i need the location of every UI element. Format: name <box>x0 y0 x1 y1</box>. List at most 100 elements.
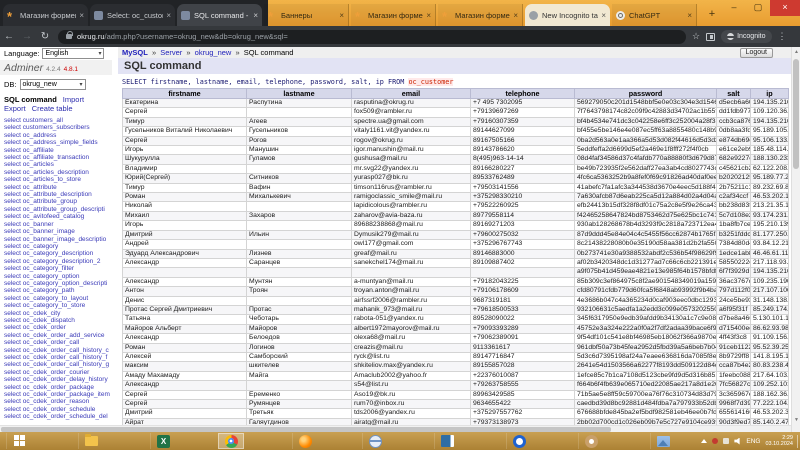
taskbar-item-explorer[interactable] <box>78 433 104 449</box>
adminer-new-version-link[interactable]: 4.8.1 <box>64 66 78 73</box>
nav-export[interactable]: Export <box>4 104 26 113</box>
adminer-logo[interactable]: Adminer <box>4 62 43 74</box>
sidebar-table-link[interactable]: select oc_attribute_group_descripti <box>4 206 118 213</box>
address-bar[interactable]: okrug.ru /adm.php?username=okrug_new&db=… <box>58 30 686 44</box>
sql-table-name[interactable]: oc_customer <box>408 78 453 86</box>
browser-tab[interactable]: Select: oc_customer - Adminer× <box>90 4 175 26</box>
sidebar-table-link[interactable]: select oc_articles_description <box>4 169 118 176</box>
window-minimize-button[interactable]: – <box>722 0 746 16</box>
sidebar-table-link[interactable]: select oc_cdek_order <box>4 324 118 331</box>
sidebar-table-link[interactable]: select oc_cdek_order_package_item <box>4 391 118 398</box>
sidebar-table-link[interactable]: select oc_cdek_order_delay_history <box>4 376 118 383</box>
sidebar-table-link[interactable]: select customers_all <box>4 117 118 124</box>
sidebar-table-link[interactable]: select oc_category_description_2 <box>4 258 118 265</box>
sidebar-table-link[interactable]: select oc_category_to_store <box>4 302 118 309</box>
new-tab-button[interactable]: + <box>704 7 720 23</box>
browser-tab[interactable]: SQL command - Adminer× <box>177 4 262 26</box>
sidebar-table-link[interactable]: select oc_cdek_order_call_history_c <box>4 347 118 354</box>
sidebar-table-link[interactable]: select oc_cdek_city <box>4 310 118 317</box>
clock[interactable]: 2:29 03.10.2024 <box>765 435 798 448</box>
sidebar-table-link[interactable]: select oc_avitofeed_catalog <box>4 213 118 220</box>
tab-close-icon[interactable]: × <box>76 11 84 20</box>
sidebar-table-link[interactable]: select oc_banner <box>4 221 118 228</box>
tab-close-icon[interactable]: × <box>510 11 518 20</box>
browser-tab[interactable]: New Incognito tab× <box>525 4 610 26</box>
forward-icon[interactable]: → <box>18 31 36 42</box>
bookmark-star-icon[interactable]: ☆ <box>692 31 700 42</box>
column-header[interactable]: telephone <box>471 89 575 99</box>
sidebar-table-link[interactable]: select oc_cdek_order_reason <box>4 398 118 405</box>
logout-button[interactable]: Logout <box>740 48 773 58</box>
sidebar-table-link[interactable]: select oc_cdek_order_add_service <box>4 332 118 339</box>
scroll-down-icon[interactable]: ▼ <box>793 417 800 423</box>
taskbar-item-globe-browser[interactable] <box>362 433 388 449</box>
sidebar-table-link[interactable]: select oc_cdek_order_courier <box>4 369 118 376</box>
sidebar-table-link[interactable]: select oc_category_filter <box>4 265 118 272</box>
db-select[interactable]: okrug_new ▾ <box>20 79 86 90</box>
back-icon[interactable]: ← <box>0 31 18 42</box>
tab-close-icon[interactable]: × <box>336 11 344 20</box>
tray-expand-icon[interactable] <box>701 439 707 443</box>
volume-icon[interactable] <box>734 438 741 445</box>
nav-create-table[interactable]: Create table <box>32 104 73 113</box>
sidebar-table-link[interactable]: select oc_articles <box>4 161 118 168</box>
taskbar-item-photo-viewer[interactable] <box>650 433 676 449</box>
breadcrumb-server[interactable]: Server <box>160 48 182 57</box>
sidebar-table-link[interactable]: select oc_cdek_dispatch <box>4 317 118 324</box>
language-select[interactable]: English ▾ <box>42 48 104 59</box>
sidebar-table-link[interactable]: select oc_articles_to_store <box>4 176 118 183</box>
sidebar-table-link[interactable]: select oc_attribute_group <box>4 198 118 205</box>
browser-tab[interactable]: Магазин форменной оде× <box>3 4 88 26</box>
column-header[interactable]: lastname <box>247 89 352 99</box>
tab-close-icon[interactable]: × <box>250 11 258 20</box>
sidebar-table-link[interactable]: select oc_affiliate_transaction <box>4 154 118 161</box>
sidebar-table-link[interactable]: select oc_cdek_order_package <box>4 384 118 391</box>
nav-import[interactable]: Import <box>63 95 84 104</box>
sidebar-table-link[interactable]: select oc_cdek_order_schedule <box>4 406 118 413</box>
sidebar-table-link[interactable]: select oc_category_path <box>4 287 118 294</box>
sidebar-table-link[interactable]: select oc_category_to_layout <box>4 295 118 302</box>
nav-sql-command[interactable]: SQL command <box>4 95 57 104</box>
side-panel-icon[interactable] <box>706 33 715 41</box>
sidebar-table-link[interactable]: select oc_affiliate <box>4 147 118 154</box>
sidebar-table-link[interactable]: select oc_category_option_descripti <box>4 280 118 287</box>
column-header[interactable]: email <box>352 89 471 99</box>
browser-tab[interactable]: Магазин форменной оде× <box>438 4 523 26</box>
taskbar-item-paint[interactable] <box>578 433 604 449</box>
horizontal-scrollbar[interactable] <box>0 425 791 432</box>
sidebar-table-link[interactable]: select oc_category_option <box>4 273 118 280</box>
tab-close-icon[interactable]: × <box>423 11 431 20</box>
tab-close-icon[interactable]: × <box>684 11 692 20</box>
breadcrumb-db[interactable]: okrug_new <box>195 48 232 57</box>
reload-icon[interactable]: ↻ <box>36 31 54 42</box>
tray-app-icon[interactable] <box>712 438 718 444</box>
sidebar-table-link[interactable]: select oc_cdek_order_schedule_del <box>4 413 118 420</box>
taskbar-item-chrome[interactable] <box>218 433 244 449</box>
taskbar-item-excel[interactable]: X <box>150 433 176 449</box>
column-header[interactable]: firstname <box>123 89 247 99</box>
sidebar-table-link[interactable]: select oc_attribute <box>4 184 118 191</box>
scroll-up-icon[interactable]: ▲ <box>793 49 800 55</box>
sidebar-table-link[interactable]: select oc_address <box>4 132 118 139</box>
sidebar-table-link[interactable]: select oc_banner_image <box>4 228 118 235</box>
sidebar-table-link[interactable]: select oc_address_simple_fields <box>4 139 118 146</box>
sidebar-table-link[interactable]: select customers_subscribers <box>4 124 118 131</box>
browser-menu-icon[interactable]: ⋮ <box>778 31 787 42</box>
column-header[interactable]: ip <box>751 89 789 99</box>
breadcrumb-server-type[interactable]: MySQL <box>122 48 148 57</box>
browser-tab[interactable]: Баннеры× <box>264 4 349 26</box>
keyboard-language[interactable]: ENG <box>746 438 760 445</box>
sidebar-table-link[interactable]: select oc_cdek_order_call_history_f <box>4 354 118 361</box>
column-header[interactable]: password <box>575 89 717 99</box>
taskbar-item-browser-blue[interactable] <box>506 433 532 449</box>
sidebar-table-link[interactable]: select oc_cdek_order_call <box>4 339 118 346</box>
window-close-button[interactable]: × <box>770 0 800 16</box>
taskbar-item-firefox[interactable] <box>292 433 318 449</box>
taskbar-item-start[interactable] <box>6 433 32 449</box>
tab-close-icon[interactable]: × <box>598 11 606 20</box>
sidebar-table-link[interactable]: select oc_category <box>4 243 118 250</box>
sidebar-table-link[interactable]: select oc_banner_image_descriptio <box>4 236 118 243</box>
window-maximize-button[interactable]: ▢ <box>746 0 770 16</box>
taskbar-item-notebook[interactable] <box>434 433 460 449</box>
tab-close-icon[interactable]: × <box>163 11 171 20</box>
